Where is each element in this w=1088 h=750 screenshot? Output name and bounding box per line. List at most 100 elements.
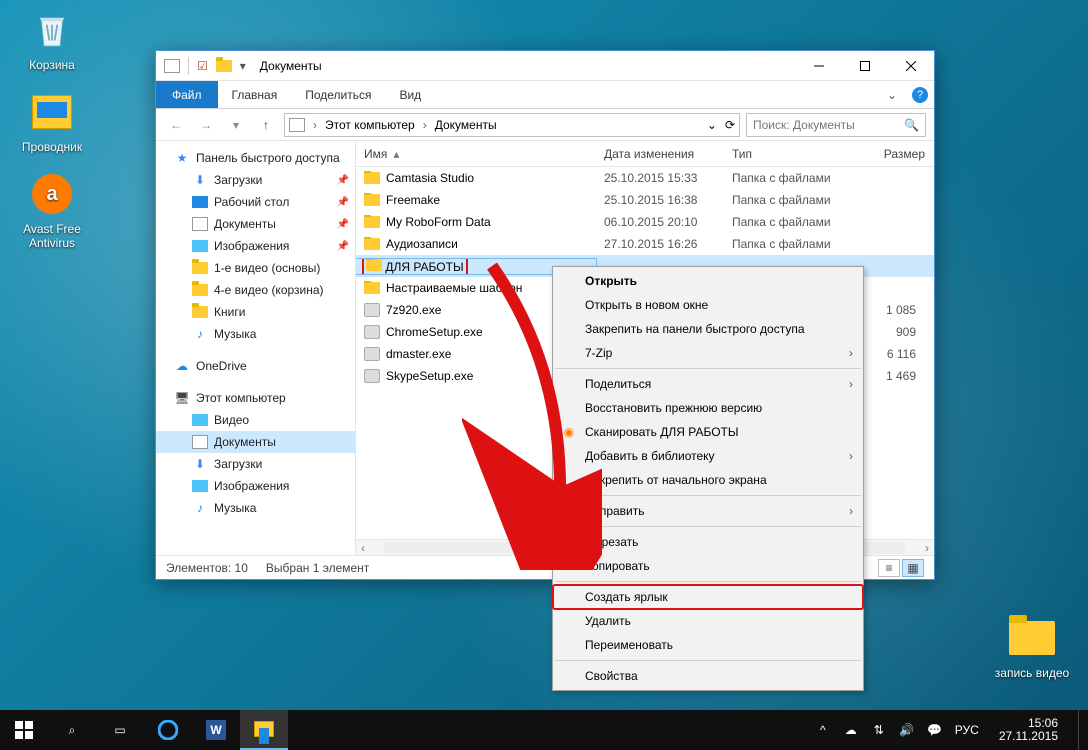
nav-back-button[interactable]: ← [164, 113, 188, 137]
ctx-pin-quick-access[interactable]: Закрепить на панели быстрого доступа [553, 317, 863, 341]
status-selection: Выбран 1 элемент [266, 561, 369, 575]
tray-volume-icon[interactable]: 🔊 [899, 722, 915, 738]
address-bar: ← → ▾ ↑ Этот компьютер Документы ⌄ ⟳ Поис… [156, 109, 934, 141]
search-input[interactable]: Поиск: Документы 🔍 [746, 113, 926, 137]
tree-folder-vid1[interactable]: 1-е видео (основы) [156, 257, 355, 279]
refresh-icon[interactable]: ⟳ [725, 118, 735, 132]
desktop-icon-label: Проводник [14, 140, 90, 154]
tree-video[interactable]: Видео [156, 409, 355, 431]
breadcrumb-root[interactable]: Этот компьютер [325, 118, 415, 132]
maximize-button[interactable] [842, 51, 888, 81]
search-placeholder: Поиск: Документы [753, 118, 855, 132]
tray-overflow-icon[interactable]: ^ [815, 722, 831, 738]
tree-pictures[interactable]: Изображения📌 [156, 235, 355, 257]
file-size: 1 085 [852, 303, 934, 317]
nav-forward-button[interactable]: → [194, 113, 218, 137]
ctx-scan-avast[interactable]: ◉Сканировать ДЛЯ РАБОТЫ [553, 420, 863, 444]
col-name[interactable]: Имя▴ [356, 141, 596, 166]
tree-pictures-pc[interactable]: Изображения [156, 475, 355, 497]
tab-view[interactable]: Вид [385, 81, 435, 108]
desktop-icon-video-folder[interactable]: запись видео [994, 614, 1070, 680]
tree-thispc[interactable]: 🖥Этот компьютер [156, 387, 355, 409]
folder-icon [1008, 614, 1056, 662]
file-row[interactable]: Camtasia Studio25.10.2015 15:33Папка с ф… [356, 167, 934, 189]
file-row[interactable]: My RoboForm Data06.10.2015 20:10Папка с … [356, 211, 934, 233]
taskbar-search-button[interactable]: ⌕ [48, 710, 96, 750]
breadcrumb-history-icon[interactable]: ⌄ [707, 118, 717, 132]
tree-onedrive[interactable]: ☁OneDrive [156, 355, 355, 377]
file-date: 27.10.2015 16:26 [596, 237, 724, 251]
col-type[interactable]: Тип [724, 141, 852, 166]
tree-desktop[interactable]: Рабочий стол📌 [156, 191, 355, 213]
ctx-delete[interactable]: Удалить [553, 609, 863, 633]
breadcrumb-current[interactable]: Документы [435, 118, 497, 132]
download-icon: ⬇ [192, 172, 208, 188]
qat-properties-icon[interactable]: ☑ [197, 59, 208, 73]
nav-tree[interactable]: ★Панель быстрого доступа ⬇Загрузки📌 Рабо… [156, 141, 356, 555]
col-size[interactable]: Размер [852, 141, 934, 166]
tree-music-pc[interactable]: ♪Музыка [156, 497, 355, 519]
ctx-send-to[interactable]: Отправить› [553, 499, 863, 523]
ctx-open-new-window[interactable]: Открыть в новом окне [553, 293, 863, 317]
tree-documents-pc[interactable]: Документы [156, 431, 355, 453]
ctx-7zip[interactable]: 7-Zip› [553, 341, 863, 365]
file-row[interactable]: Аудиозаписи27.10.2015 16:26Папка с файла… [356, 233, 934, 255]
tray-network-icon[interactable]: ⇅ [871, 722, 887, 738]
qat-dropdown-icon[interactable]: ▾ [240, 59, 246, 73]
taskbar[interactable]: ⌕ ▭ W ^ ☁ ⇅ 🔊 💬 РУС 15:06 27.11.2015 [0, 710, 1088, 750]
tray-language[interactable]: РУС [955, 723, 979, 737]
tree-downloads-pc[interactable]: ⬇Загрузки [156, 453, 355, 475]
tray-action-center-icon[interactable]: 💬 [927, 722, 943, 738]
taskbar-word[interactable]: W [192, 710, 240, 750]
col-date[interactable]: Дата изменения [596, 141, 724, 166]
tree-folder-vid4[interactable]: 4-е видео (корзина) [156, 279, 355, 301]
desktop-icon-explorer[interactable]: Проводник [14, 88, 90, 154]
tab-share[interactable]: Поделиться [291, 81, 385, 108]
qat-newfolder-icon[interactable] [216, 60, 232, 72]
tray-onedrive-icon[interactable]: ☁ [843, 722, 859, 738]
file-row[interactable]: Freemake25.10.2015 16:38Папка с файлами [356, 189, 934, 211]
nav-recent-dropdown[interactable]: ▾ [224, 113, 248, 137]
view-icons-button[interactable]: ▦ [902, 559, 924, 577]
ctx-unpin-start[interactable]: Открепить от начального экрана [553, 468, 863, 492]
tree-downloads[interactable]: ⬇Загрузки📌 [156, 169, 355, 191]
desktop-icon-recycle-bin[interactable]: Корзина [14, 6, 90, 72]
chevron-right-icon: › [849, 504, 853, 518]
tree-documents[interactable]: Документы📌 [156, 213, 355, 235]
ctx-create-shortcut[interactable]: Создать ярлык [553, 585, 863, 609]
taskbar-clock[interactable]: 15:06 27.11.2015 [991, 717, 1066, 743]
column-headers[interactable]: Имя▴ Дата изменения Тип Размер [356, 141, 934, 167]
ctx-cut[interactable]: Вырезать [553, 530, 863, 554]
close-button[interactable] [888, 51, 934, 81]
tree-music[interactable]: ♪Музыка [156, 323, 355, 345]
taskbar-explorer[interactable] [240, 710, 288, 750]
ctx-add-to-library[interactable]: Добавить в библиотеку› [553, 444, 863, 468]
window-title: Документы [260, 59, 322, 73]
titlebar[interactable]: ☑ ▾ Документы [156, 51, 934, 81]
ctx-share[interactable]: Поделиться› [553, 372, 863, 396]
start-button[interactable] [0, 710, 48, 750]
search-icon[interactable]: 🔍 [904, 118, 919, 132]
ribbon-expand-icon[interactable]: ⌄ [878, 81, 906, 108]
ctx-restore-previous[interactable]: Восстановить прежнюю версию [553, 396, 863, 420]
ctx-copy[interactable]: Копировать [553, 554, 863, 578]
desktop-icon-avast[interactable]: a Avast Free Antivirus [14, 170, 90, 250]
ctx-properties[interactable]: Свойства [553, 664, 863, 688]
breadcrumb[interactable]: Этот компьютер Документы ⌄ ⟳ [284, 113, 740, 137]
ctx-rename[interactable]: Переименовать [553, 633, 863, 657]
taskbar-edge[interactable] [144, 710, 192, 750]
show-desktop-button[interactable] [1078, 710, 1084, 750]
ctx-open[interactable]: Открыть [553, 269, 863, 293]
tree-folder-books[interactable]: Книги [156, 301, 355, 323]
nav-up-button[interactable]: ↑ [254, 113, 278, 137]
edge-icon [158, 720, 178, 740]
minimize-button[interactable] [796, 51, 842, 81]
tab-home[interactable]: Главная [218, 81, 292, 108]
view-details-button[interactable]: ≡ [878, 559, 900, 577]
system-tray[interactable]: ^ ☁ ⇅ 🔊 💬 РУС 15:06 27.11.2015 [811, 710, 1088, 750]
tab-file[interactable]: Файл [156, 81, 218, 108]
tree-quick-access[interactable]: ★Панель быстрого доступа [156, 147, 355, 169]
task-view-button[interactable]: ▭ [96, 710, 144, 750]
help-button[interactable]: ? [906, 81, 934, 108]
recycle-bin-icon [28, 6, 76, 54]
